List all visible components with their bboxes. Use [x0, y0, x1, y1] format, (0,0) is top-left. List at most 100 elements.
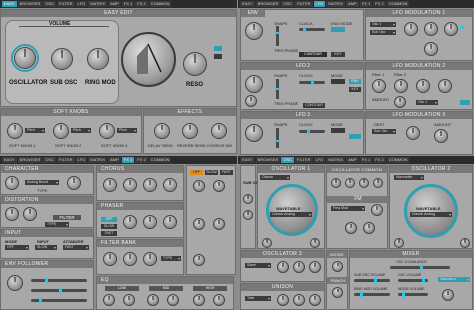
tab-easy-mr[interactable]: EASY: [240, 157, 255, 163]
tab-filter-r[interactable]: FILTER: [295, 1, 313, 7]
tab-lfo-mr[interactable]: LFO: [313, 157, 326, 163]
tab-matrix-mr[interactable]: MATRIX: [326, 157, 346, 163]
tab-easy[interactable]: EASY: [2, 1, 17, 7]
oscillator1-mode-select[interactable]: Classic: [260, 175, 290, 180]
reso-knob[interactable]: [183, 52, 207, 76]
ring-mod-volume-slider[interactable]: [354, 292, 390, 297]
fx-knob-3[interactable]: [193, 218, 205, 230]
tab-osc-mr[interactable]: OSC: [281, 157, 295, 163]
lfo-mod2-knob3[interactable]: [416, 79, 430, 93]
atomizer-select[interactable]: FAST: [63, 245, 89, 250]
tab-amp[interactable]: AMP: [108, 1, 121, 7]
lfo3-toggle[interactable]: [349, 134, 361, 139]
tab-fx1-m[interactable]: FX 1: [121, 157, 135, 163]
tab-fx2-m[interactable]: FX 2: [135, 157, 148, 163]
delay-send-knob[interactable]: [154, 123, 170, 139]
lfo2-key-button[interactable]: KEY: [349, 87, 361, 92]
lfo-mod1-amount1-knob[interactable]: [404, 22, 418, 36]
env-follower-level-knob[interactable]: [7, 275, 23, 291]
soft-knob-1[interactable]: [7, 123, 23, 139]
tab-filter-mr[interactable]: FILTER: [295, 157, 313, 163]
soft-knob-1-select[interactable]: Pitch: [25, 128, 45, 133]
lfo-mod2-filter2-knob[interactable]: [394, 79, 408, 93]
tab-common-mr[interactable]: COMMON: [386, 157, 410, 163]
chorus-mix-knob[interactable]: [211, 123, 227, 139]
sub-osc-level-knob[interactable]: [243, 194, 253, 204]
punch-knob[interactable]: [332, 287, 343, 298]
tab-fx2-r[interactable]: FX 2: [373, 1, 386, 7]
lfo2-mode-button[interactable]: [331, 79, 345, 84]
distortion-drive-knob[interactable]: [5, 207, 19, 221]
distortion-type-select[interactable]: TYPE: [45, 222, 69, 227]
oscillator1-detune-knob[interactable]: [310, 238, 320, 248]
easy-toggle-2[interactable]: [214, 54, 222, 59]
lfo-mod1-amount2-knob[interactable]: [424, 22, 438, 36]
osc-volume-slider[interactable]: [398, 278, 428, 283]
eq-high-freq-knob[interactable]: [193, 294, 205, 306]
env-mode-button[interactable]: [331, 27, 345, 32]
lfo2-sub-knob[interactable]: [245, 95, 257, 107]
tab-browser-mr[interactable]: BROWSER: [255, 157, 281, 163]
lfo2-clock-slider[interactable]: [299, 80, 325, 85]
tab-easy-r[interactable]: EASY: [240, 1, 255, 7]
input-source-select[interactable]: SLOW: [35, 245, 57, 250]
osc-common-knob-1[interactable]: [331, 178, 341, 188]
tab-osc-r[interactable]: OSC: [281, 1, 295, 7]
tab-common[interactable]: COMMON: [148, 1, 172, 7]
lfo3-shape-slider[interactable]: [275, 128, 280, 148]
mixer-saturation-select[interactable]: Saturation: [438, 277, 470, 282]
fx-knob-5[interactable]: [193, 254, 205, 266]
env-follower-attack-slider[interactable]: [31, 278, 87, 283]
lfo3-mode-button[interactable]: [331, 128, 345, 133]
lfo-mod2-filter1-knob[interactable]: [372, 79, 386, 93]
character-intensity-knob[interactable]: [5, 176, 19, 190]
noise-color-knob[interactable]: [332, 261, 343, 272]
tab-matrix-m[interactable]: MATRIX: [88, 157, 108, 163]
soft-knob-2-select[interactable]: Pitch: [71, 128, 91, 133]
eq-low-gain-knob[interactable]: [123, 294, 135, 306]
lfo2-shape-slider[interactable]: [275, 79, 280, 99]
filter-bank-reso-knob[interactable]: [123, 252, 137, 266]
tab-lfo-r[interactable]: LFO: [313, 1, 326, 7]
fx-knob-1[interactable]: [193, 180, 205, 192]
env-rate-knob[interactable]: [245, 22, 263, 40]
fx-order-btn-2[interactable]: SLOW: [205, 170, 218, 175]
tab-browser-r[interactable]: BROWSER: [255, 1, 281, 7]
osc-common-knob-6[interactable]: [363, 222, 375, 234]
unison-phase-knob[interactable]: [309, 294, 321, 306]
unison-mode-select[interactable]: Twin: [245, 296, 271, 301]
oscillator2-wave-knob[interactable]: [404, 184, 458, 238]
chorus-delay-knob[interactable]: [163, 178, 177, 192]
tab-amp-r[interactable]: AMP: [346, 1, 359, 7]
tab-osc-m[interactable]: OSC: [43, 157, 57, 163]
tab-common-m[interactable]: COMMON: [148, 157, 172, 163]
tab-easy-m[interactable]: EASY: [2, 157, 17, 163]
character-tune-knob[interactable]: [67, 176, 81, 190]
chorus-mix-knob-2[interactable]: [103, 178, 117, 192]
sub-osc-knob[interactable]: [51, 48, 73, 70]
osc-common-knob-5[interactable]: [345, 222, 357, 234]
oscillator1-wavetable-select[interactable]: Classic Analog: [270, 212, 312, 217]
phaser-feedback-knob[interactable]: [163, 215, 177, 229]
oscillator3-semi-knob[interactable]: [277, 261, 289, 273]
fm-amount-knob[interactable]: [371, 204, 383, 216]
tab-lfo-m[interactable]: LFO: [75, 157, 88, 163]
oscillator2-semi-knob[interactable]: [394, 238, 404, 248]
fx-knob-4[interactable]: [213, 218, 225, 230]
phaser-slow-button[interactable]: SLOW: [101, 224, 117, 229]
osc-common-knob-3[interactable]: [359, 178, 369, 188]
env-follower-gain-slider[interactable]: [31, 298, 87, 303]
cutoff-knob[interactable]: [121, 32, 176, 87]
chorus-rate-knob[interactable]: [123, 178, 137, 192]
oscillator2-mode-select[interactable]: Wavetable: [394, 175, 424, 180]
tab-filter-m[interactable]: FILTER: [57, 157, 75, 163]
tab-browser-m[interactable]: BROWSER: [17, 157, 43, 163]
osc-balance-slider[interactable]: [390, 265, 450, 270]
phaser-fast-button[interactable]: FAST: [101, 231, 117, 236]
sub-osc-volume-slider[interactable]: [354, 278, 390, 283]
tab-filter[interactable]: FILTER: [57, 1, 75, 7]
oscillator3-mode-select[interactable]: Slave: [245, 263, 271, 268]
tab-fx2-mr[interactable]: FX 2: [373, 157, 386, 163]
lfo-mod1-dest2[interactable]: Sub Osc: [370, 30, 396, 35]
eq-mid-freq-knob[interactable]: [147, 294, 159, 306]
